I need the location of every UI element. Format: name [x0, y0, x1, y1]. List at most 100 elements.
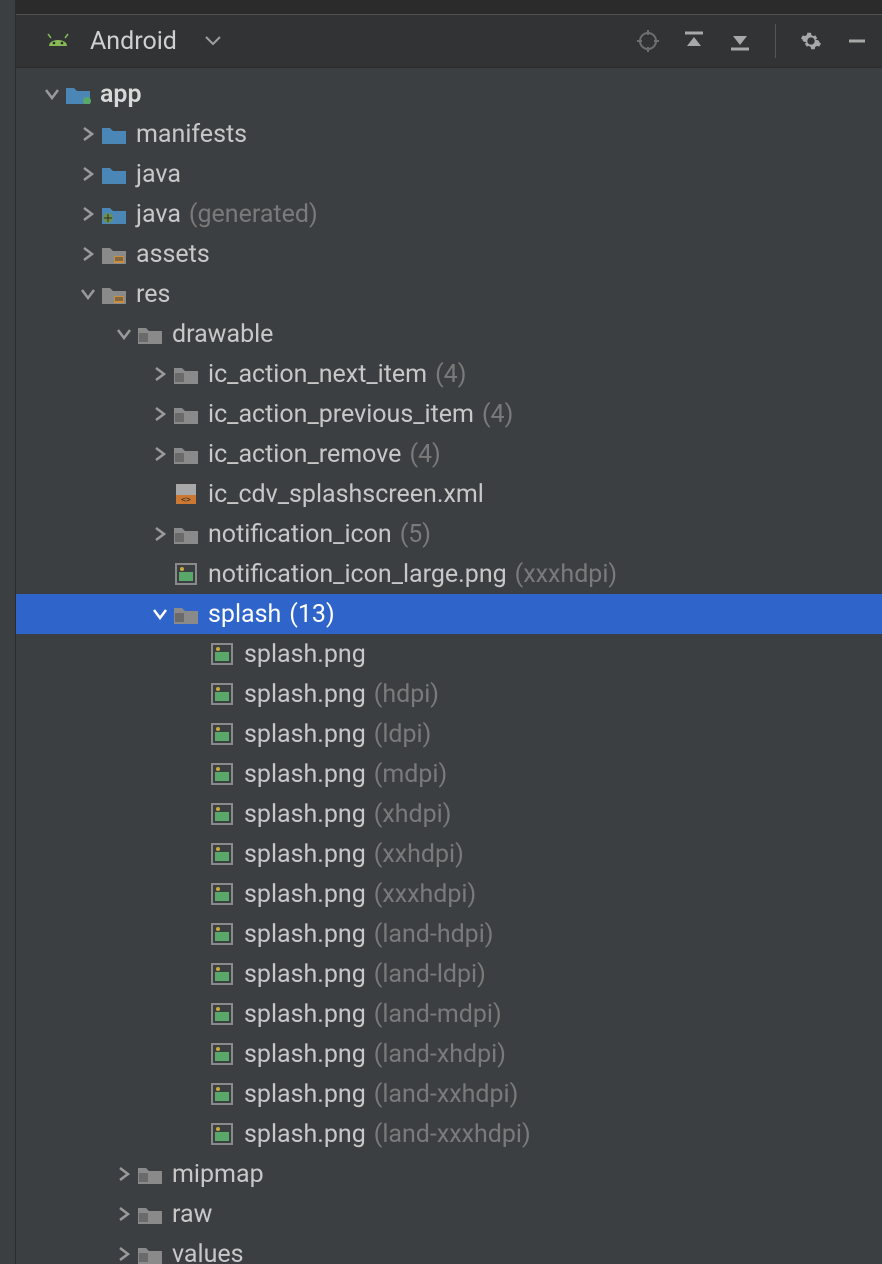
- tree-item-label: splash.png: [244, 960, 366, 989]
- image-icon: [172, 562, 200, 586]
- tree-row[interactable]: assets: [16, 234, 882, 274]
- chevron-right-icon[interactable]: [112, 1166, 136, 1182]
- chevron-right-icon[interactable]: [76, 246, 100, 262]
- dropdown-arrow-icon: [205, 36, 221, 46]
- tree-item-suffix: (13): [289, 600, 334, 629]
- tree-item-label: splash.png: [244, 840, 366, 869]
- tree-row[interactable]: res: [16, 274, 882, 314]
- chevron-down-icon[interactable]: [76, 288, 100, 300]
- android-icon: [44, 29, 72, 53]
- tree-row[interactable]: mipmap: [16, 1154, 882, 1194]
- tree-item-label: ic_action_next_item: [208, 360, 427, 389]
- tree-row[interactable]: ic_action_previous_item(4): [16, 394, 882, 434]
- folder-grey-icon: [172, 602, 200, 626]
- tree-row[interactable]: <>ic_cdv_splashscreen.xml: [16, 474, 882, 514]
- tree-row[interactable]: notification_icon_large.png (xxxhdpi): [16, 554, 882, 594]
- tree-row[interactable]: java(generated): [16, 194, 882, 234]
- folder-grey-icon: [136, 322, 164, 346]
- tree-row[interactable]: splash.png(hdpi): [16, 674, 882, 714]
- chevron-down-icon[interactable]: [148, 608, 172, 620]
- tree-item-label: splash: [208, 600, 281, 629]
- chevron-right-icon[interactable]: [76, 206, 100, 222]
- tree-row[interactable]: splash.png (xxhdpi): [16, 834, 882, 874]
- module-icon: [64, 82, 92, 106]
- tree-item-suffix: (hdpi): [374, 680, 439, 709]
- tree-item-label: notification_icon_large.png: [208, 560, 507, 589]
- image-icon: [208, 802, 236, 826]
- tree-item-label: notification_icon: [208, 520, 392, 549]
- collapse-to-bottom-icon[interactable]: [729, 30, 751, 52]
- tree-item-suffix: (land-hdpi): [374, 920, 494, 949]
- image-icon: [208, 722, 236, 746]
- tree-row[interactable]: splash.png(mdpi): [16, 754, 882, 794]
- tree-row[interactable]: splash.png(land-mdpi): [16, 994, 882, 1034]
- tree-row[interactable]: splash.png(xhdpi): [16, 794, 882, 834]
- tree-item-suffix: (land-ldpi): [374, 960, 486, 989]
- chevron-right-icon[interactable]: [148, 406, 172, 422]
- tree-row[interactable]: ic_action_next_item (4): [16, 354, 882, 394]
- tree-row[interactable]: splash.png (land-ldpi): [16, 954, 882, 994]
- target-icon[interactable]: [637, 30, 659, 52]
- tree-item-label: res: [136, 280, 170, 309]
- tree-row[interactable]: splash.png(land-hdpi): [16, 914, 882, 954]
- tree-row[interactable]: java: [16, 154, 882, 194]
- tree-row[interactable]: drawable: [16, 314, 882, 354]
- project-view-label: Android: [90, 27, 177, 56]
- tree-row[interactable]: raw: [16, 1194, 882, 1234]
- tree-row[interactable]: ic_action_remove(4): [16, 434, 882, 474]
- image-icon: [208, 1122, 236, 1146]
- image-icon: [208, 962, 236, 986]
- tree-row[interactable]: manifests: [16, 114, 882, 154]
- gear-icon[interactable]: [800, 30, 822, 52]
- tree-row[interactable]: splash.png (ldpi): [16, 714, 882, 754]
- tree-item-suffix: (land-xxhdpi): [374, 1080, 519, 1109]
- image-icon: [208, 762, 236, 786]
- tree-row[interactable]: values: [16, 1234, 882, 1264]
- tree-row[interactable]: notification_icon(5): [16, 514, 882, 554]
- tree-item-label: splash.png: [244, 800, 366, 829]
- svg-text:<>: <>: [181, 495, 191, 504]
- tree-item-label: drawable: [172, 320, 273, 349]
- tree-item-label: splash.png: [244, 720, 366, 749]
- chevron-right-icon[interactable]: [148, 366, 172, 382]
- chevron-right-icon[interactable]: [112, 1206, 136, 1222]
- chevron-down-icon[interactable]: [40, 88, 64, 100]
- panel-top-gap: [16, 0, 882, 14]
- chevron-right-icon[interactable]: [112, 1246, 136, 1262]
- tree-item-label: splash.png: [244, 760, 366, 789]
- chevron-down-icon[interactable]: [112, 328, 136, 340]
- tree-row[interactable]: splash.png: [16, 634, 882, 674]
- tree-row[interactable]: splash.png(xxxhdpi): [16, 874, 882, 914]
- tree-row[interactable]: app: [16, 74, 882, 114]
- tree-item-suffix: (land-mdpi): [374, 1000, 502, 1029]
- tree-item-label: app: [100, 80, 142, 109]
- chevron-right-icon[interactable]: [148, 526, 172, 542]
- chevron-right-icon[interactable]: [148, 446, 172, 462]
- tree-row[interactable]: splash.png(land-xxxhdpi): [16, 1114, 882, 1154]
- chevron-right-icon[interactable]: [76, 166, 100, 182]
- tree-row[interactable]: splash (13): [16, 594, 882, 634]
- project-tree[interactable]: app manifests javajava(generated) assets res…: [16, 68, 882, 1264]
- tree-item-label: manifests: [136, 120, 247, 149]
- image-icon: [208, 1002, 236, 1026]
- image-icon: [208, 922, 236, 946]
- chevron-right-icon[interactable]: [76, 126, 100, 142]
- tree-item-label: ic_action_previous_item: [208, 400, 474, 429]
- collapse-to-top-icon[interactable]: [683, 30, 705, 52]
- folder-grey-icon: [136, 1162, 164, 1186]
- folder-grey-icon: [136, 1202, 164, 1226]
- tool-window-strip[interactable]: [0, 0, 16, 1264]
- tree-item-suffix: (ldpi): [374, 720, 432, 749]
- tree-row[interactable]: splash.png(land-xxhdpi): [16, 1074, 882, 1114]
- tree-item-suffix: (xxxhdpi): [515, 560, 617, 589]
- tree-item-label: java: [136, 200, 181, 229]
- tree-item-suffix: (xxhdpi): [374, 840, 464, 869]
- tree-item-suffix: (4): [435, 360, 466, 389]
- image-icon: [208, 882, 236, 906]
- folder-res-icon: [100, 282, 128, 306]
- minimize-icon[interactable]: [846, 30, 868, 52]
- tree-row[interactable]: splash.png(land-xhdpi): [16, 1034, 882, 1074]
- project-view-selector[interactable]: Android: [44, 27, 637, 56]
- tree-item-label: raw: [172, 1200, 212, 1229]
- tree-item-label: assets: [136, 240, 210, 269]
